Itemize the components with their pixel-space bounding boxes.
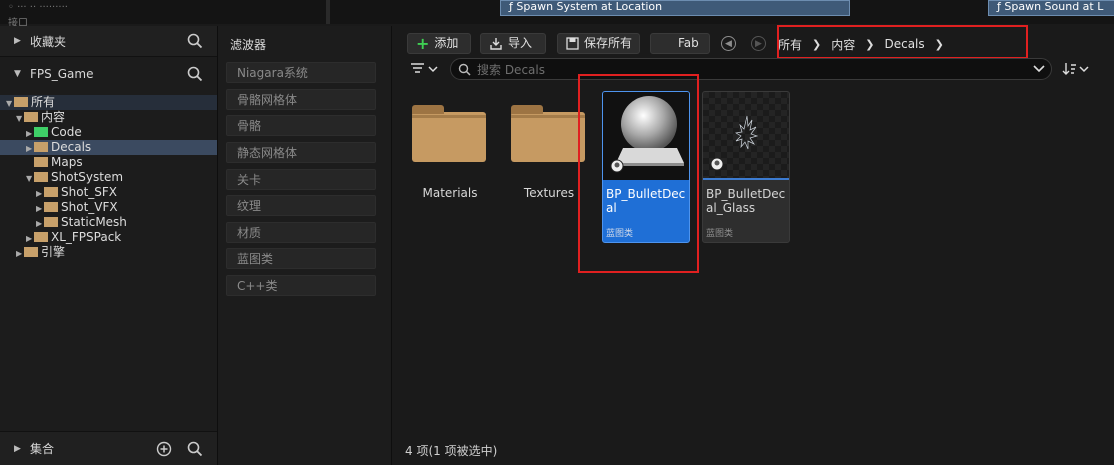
tree-item-xl-fpspack[interactable]: ▶ XL_FPSPack [0, 230, 217, 245]
tree-item-maps[interactable]: Maps [0, 155, 217, 170]
tree-item-decals[interactable]: ▶ Decals [0, 140, 217, 155]
sort-icon[interactable] [1062, 62, 1092, 76]
folder-open-icon [24, 112, 38, 122]
asset-type: 蓝图类 [706, 229, 734, 239]
forward-icon[interactable]: ▶ [751, 36, 766, 51]
favorites-header[interactable]: ▶ 收藏夹 [0, 26, 217, 57]
import-icon [489, 37, 503, 51]
chevron-down-icon: ▼ [16, 114, 23, 123]
filter-texture[interactable]: 纹理 [226, 195, 376, 216]
content-browser: +添加 导入 保存所有 Fab ◀ ▶ 所有 ❯ 内容 ❯ Decals ❯ [392, 25, 1114, 465]
folder-tile-materials[interactable]: Materials [412, 104, 488, 200]
favorites-label: 收藏夹 [30, 34, 67, 49]
chevron-right-icon: ▶ [26, 129, 33, 138]
folder-icon [44, 202, 58, 212]
tree-item-shot-sfx[interactable]: ▶ Shot_SFX [0, 185, 217, 200]
filter-level[interactable]: 关卡 [226, 169, 376, 190]
status-text: 4 项(1 项被选中) [405, 444, 498, 458]
add-collection-icon[interactable] [156, 441, 172, 457]
filter-panel: 滤波器 Niagara系统 骨骼网格体 骨骼 静态网格体 关卡 纹理 材质 蓝图… [218, 26, 392, 465]
asset-name: BP_BulletDecal_Glass [706, 187, 786, 215]
filter-cpp-class[interactable]: C++类 [226, 275, 376, 296]
folder-icon [34, 157, 48, 167]
project-label: FPS_Game [30, 66, 94, 81]
search-bar [450, 58, 1052, 80]
filter-dropdown-icon[interactable] [410, 62, 440, 76]
filter-material[interactable]: 材质 [226, 222, 376, 243]
folder-label: Materials [422, 186, 478, 200]
chevron-right-icon: ▶ [36, 219, 43, 228]
chevron-down-icon: ▼ [6, 99, 13, 108]
project-header[interactable]: ▼ FPS_Game [0, 57, 217, 90]
search-icon [458, 63, 471, 76]
folder-icon [412, 105, 486, 162]
folder-open-icon [34, 172, 48, 182]
search-icon[interactable] [187, 66, 203, 82]
back-icon[interactable]: ◀ [721, 36, 736, 51]
folder-icon [511, 105, 585, 162]
asset-thumbnail [703, 92, 789, 180]
folder-label: Textures [523, 186, 575, 200]
chevron-down-icon[interactable] [1033, 64, 1045, 74]
fab-button[interactable]: Fab [650, 33, 710, 54]
filter-static-mesh[interactable]: 静态网格体 [226, 142, 376, 163]
tree-item-content[interactable]: ▼ 内容 [0, 110, 217, 125]
tree-item-code[interactable]: ▶ Code [0, 125, 217, 140]
folder-icon [34, 232, 48, 242]
save-icon [566, 37, 579, 50]
folder-icon [34, 127, 48, 137]
folder-icon [44, 217, 58, 227]
tree-item-shotsystem[interactable]: ▼ ShotSystem [0, 170, 217, 185]
folder-icon [34, 142, 48, 152]
search-input[interactable] [475, 61, 1029, 79]
highlight-box-asset [578, 74, 699, 273]
folder-open-icon [14, 97, 28, 107]
filter-title: 滤波器 [230, 38, 267, 52]
sources-panel: ▶ 收藏夹 ▼ FPS_Game ▼ 所有 ▼ 内容 ▶ Code ▶ Decals M… [0, 26, 218, 465]
chevron-down-icon: ▼ [14, 68, 21, 79]
folder-tile-textures[interactable]: Textures [511, 104, 587, 200]
plus-icon: + [416, 34, 430, 53]
blueprint-node-spawn-system[interactable]: ƒ Spawn System at Location [500, 0, 850, 16]
blueprint-node-spawn-sound[interactable]: ƒ Spawn Sound at L [988, 0, 1114, 16]
filter-skeleton[interactable]: 骨骼 [226, 115, 376, 136]
search-icon[interactable] [187, 441, 203, 457]
collections-label: 集合 [30, 442, 55, 456]
tree-item-staticmesh[interactable]: ▶ StaticMesh [0, 215, 217, 230]
chevron-right-icon: ▶ [16, 249, 23, 258]
chevron-right-icon: ▶ [36, 189, 43, 198]
filter-blueprint-class[interactable]: 蓝图类 [226, 248, 376, 269]
add-button[interactable]: + 添加 [407, 33, 471, 54]
filter-skeletal-mesh[interactable]: 骨骼网格体 [226, 89, 376, 110]
tree-item-shot-vfx[interactable]: ▶ Shot_VFX [0, 200, 217, 215]
chevron-right-icon: ▶ [26, 144, 33, 153]
search-icon[interactable] [187, 33, 203, 49]
ghost-text: ◦ ··· ·· ········· [8, 2, 68, 13]
chevron-right-icon: ▶ [26, 234, 33, 243]
folder-icon [44, 187, 58, 197]
highlight-box-breadcrumb [777, 25, 1028, 59]
save-all-button[interactable]: 保存所有 [557, 33, 640, 54]
asset-tile-bp-bulletdecal-glass[interactable]: BP_BulletDecal_Glass 蓝图类 [702, 91, 790, 243]
chevron-down-icon: ▼ [26, 174, 33, 183]
filter-niagara[interactable]: Niagara系统 [226, 62, 376, 83]
folder-tree: ▼ 所有 ▼ 内容 ▶ Code ▶ Decals Maps ▼ ShotSystem ▶… [0, 95, 217, 260]
tree-item-all[interactable]: ▼ 所有 [0, 95, 217, 110]
fab-icon [659, 38, 673, 50]
chevron-right-icon: ▶ [36, 204, 43, 213]
background-graph-strip: ◦ ··· ·· ········· 接口 ƒ Spawn System at … [0, 0, 1114, 29]
collections-header[interactable]: ▶ 集合 [0, 431, 217, 465]
import-button[interactable]: 导入 [480, 33, 546, 54]
tree-item-engine[interactable]: ▶ 引擎 [0, 245, 217, 260]
chevron-right-icon: ▶ [14, 36, 21, 46]
chevron-right-icon: ▶ [14, 443, 21, 454]
folder-icon [24, 247, 38, 257]
